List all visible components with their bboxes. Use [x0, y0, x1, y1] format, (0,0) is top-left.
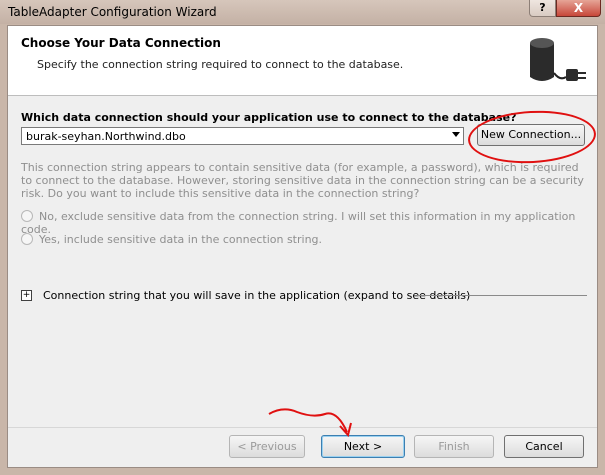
wizard-body: Which data connection should your applic…	[8, 96, 598, 427]
help-button[interactable]: ?	[529, 0, 556, 17]
wizard-client-area: Choose Your Data Connection Specify the …	[7, 25, 598, 468]
title-bar[interactable]: TableAdapter Configuration Wizard ? X	[0, 0, 605, 24]
sensitive-data-info: This connection string appears to contai…	[21, 161, 584, 200]
database-connection-icon	[530, 38, 586, 81]
page-title: Choose Your Data Connection	[21, 36, 221, 50]
finish-button[interactable]: Finish	[414, 435, 494, 458]
connection-dropdown-value: burak-seyhan.Northwind.dbo	[26, 130, 186, 143]
connection-question: Which data connection should your applic…	[21, 111, 517, 124]
wizard-header: Choose Your Data Connection Specify the …	[8, 26, 597, 96]
chevron-down-icon[interactable]	[452, 132, 460, 137]
radio-include-label: Yes, include sensitive data in the conne…	[39, 233, 323, 246]
expand-label: Connection string that you will save in …	[43, 289, 471, 302]
cancel-button[interactable]: Cancel	[504, 435, 584, 458]
radio-include-sensitive[interactable]	[21, 233, 33, 245]
expand-plus-icon[interactable]: +	[21, 290, 32, 301]
radio-exclude-sensitive[interactable]	[21, 210, 33, 222]
close-button[interactable]: X	[556, 0, 601, 17]
page-subtitle: Specify the connection string required t…	[37, 58, 404, 71]
connection-dropdown[interactable]: burak-seyhan.Northwind.dbo	[21, 127, 464, 145]
expander-divider	[417, 295, 587, 296]
wizard-window: TableAdapter Configuration Wizard ? X Ch…	[0, 0, 605, 475]
window-title: TableAdapter Configuration Wizard	[8, 5, 217, 19]
connection-string-expander[interactable]: + Connection string that you will save i…	[21, 289, 588, 303]
red-arrow-annotation	[268, 408, 352, 438]
radio-row-include[interactable]: Yes, include sensitive data in the conne…	[21, 233, 322, 246]
